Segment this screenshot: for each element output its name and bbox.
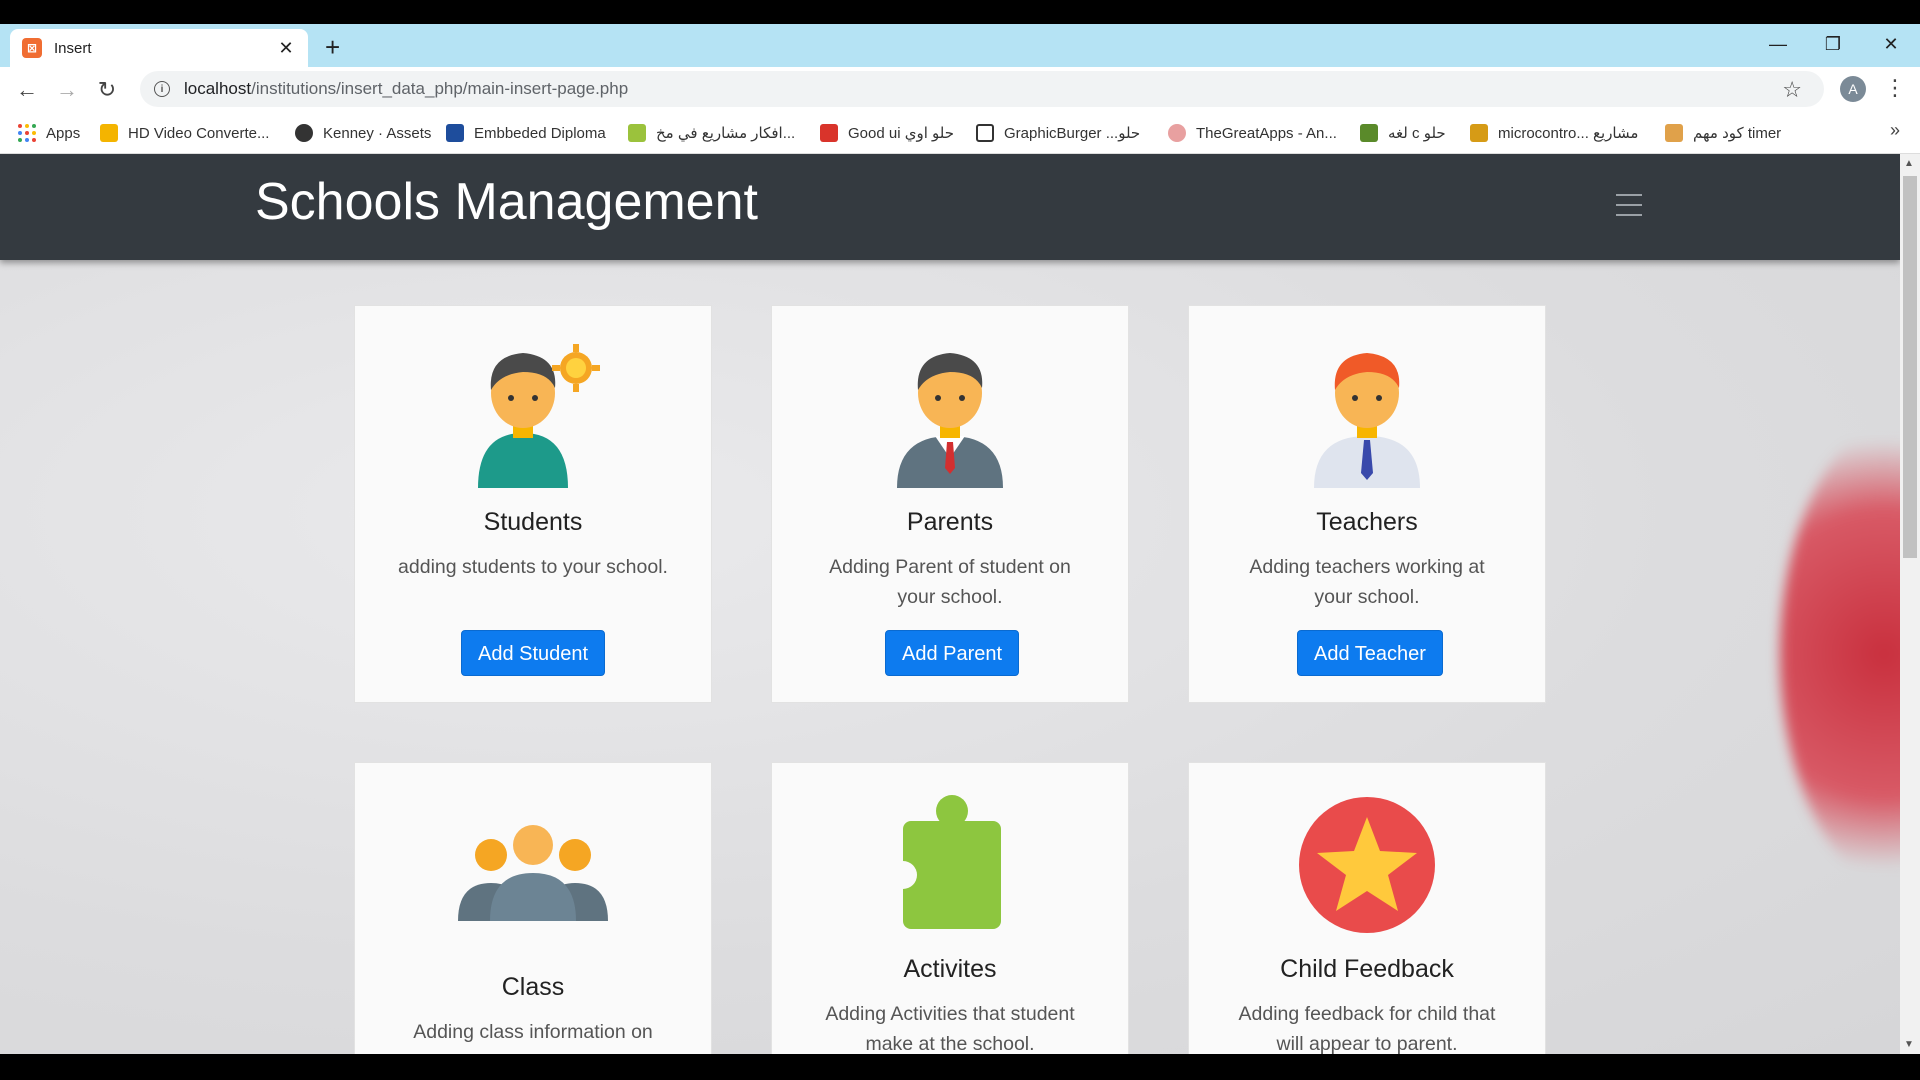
apps-icon xyxy=(18,124,36,142)
card-title: Child Feedback xyxy=(1280,955,1454,983)
bookmark-item[interactable]: HD Video Converte... xyxy=(100,122,269,144)
c-language-icon xyxy=(1360,124,1378,142)
bookmarks-bar: Apps HD Video Converte... Kenney · Asset… xyxy=(0,112,1920,154)
card-text: Adding teachers working at your school. xyxy=(1249,556,1485,608)
bookmark-item[interactable]: GraphicBurger ...حلو xyxy=(976,122,1140,144)
add-student-button[interactable]: Add Student xyxy=(461,630,606,676)
bookmark-item[interactable]: كود مهم timer xyxy=(1665,122,1781,144)
reload-icon[interactable]: ↻ xyxy=(92,75,122,105)
close-window-icon[interactable]: ✕ xyxy=(1871,30,1911,58)
bottom-letterbox xyxy=(0,1054,1920,1080)
navbar-brand[interactable]: Schools Management xyxy=(255,172,758,232)
scrollbar-thumb[interactable] xyxy=(1903,176,1917,558)
hamburger-menu-icon[interactable] xyxy=(1616,194,1642,216)
star-badge-icon xyxy=(1189,795,1545,935)
teachers-card: Teachers Adding teachers working at your… xyxy=(1188,305,1546,703)
add-parent-button[interactable]: Add Parent xyxy=(885,630,1020,676)
card-text: Adding Activities that student make at t… xyxy=(825,1003,1075,1054)
puzzle-piece-icon xyxy=(772,793,1128,933)
card-text: Adding class information on your school. xyxy=(413,1021,653,1054)
parent-icon xyxy=(772,338,1128,488)
xampp-favicon-icon: ⊠ xyxy=(22,38,42,58)
timer-icon xyxy=(1665,124,1683,142)
browser-menu-icon[interactable]: ⋮ xyxy=(1884,75,1906,101)
bookmark-star-icon[interactable]: ☆ xyxy=(1782,77,1802,103)
new-tab-icon[interactable]: + xyxy=(325,34,340,60)
card-text: adding students to your school. xyxy=(398,556,668,578)
microcontroller-icon xyxy=(1470,124,1488,142)
add-teacher-button[interactable]: Add Teacher xyxy=(1297,630,1443,676)
minimize-icon[interactable]: — xyxy=(1758,30,1798,58)
navbar: Schools Management xyxy=(0,154,1900,260)
restore-icon[interactable]: ❐ xyxy=(1813,30,1853,58)
feedback-card: Child Feedback Adding feedback for child… xyxy=(1188,762,1546,1054)
card-title: Class xyxy=(501,973,565,1001)
card-title: Teachers xyxy=(1316,508,1418,536)
student-icon xyxy=(355,338,711,488)
card-text: Adding Parent of student on your school. xyxy=(829,556,1071,608)
bookmark-item[interactable]: Good ui حلو اوي xyxy=(820,122,954,144)
url-text: localhost/institutions/insert_data_php/m… xyxy=(184,79,629,98)
browser-tab[interactable]: ⊠ Insert ✕ xyxy=(10,29,308,67)
parents-card: Parents Adding Parent of student on your… xyxy=(771,305,1129,703)
close-tab-icon[interactable]: ✕ xyxy=(276,38,296,59)
back-icon[interactable]: ← xyxy=(12,75,42,105)
video-converter-icon xyxy=(100,124,118,142)
card-title: Activites xyxy=(903,955,997,983)
graphicburger-icon xyxy=(976,124,994,142)
class-group-icon xyxy=(355,821,711,931)
info-icon[interactable]: i xyxy=(154,81,170,97)
page-scrollbar[interactable]: ▲ ▼ xyxy=(1900,154,1920,1054)
profile-avatar[interactable]: A xyxy=(1840,76,1866,102)
page-viewport: Schools Management Students adding stude… xyxy=(0,154,1900,1054)
forward-icon[interactable]: → xyxy=(52,75,82,105)
top-letterbox xyxy=(0,0,1920,24)
greatapps-icon xyxy=(1168,124,1186,142)
card-title: Parents xyxy=(906,508,994,536)
card-text: Adding feedback for child that will appe… xyxy=(1238,1003,1496,1054)
activities-card: Activites Adding Activities that student… xyxy=(771,762,1129,1054)
class-card: Class Adding class information on your s… xyxy=(354,762,712,1054)
students-card: Students adding students to your school.… xyxy=(354,305,712,703)
bookmark-item[interactable]: microcontro... مشاريع xyxy=(1470,122,1638,144)
bookmark-item[interactable]: Embbeded Diploma xyxy=(446,122,606,144)
tab-strip: ⊠ Insert ✕ + — ❐ ✕ xyxy=(0,24,1920,67)
address-bar[interactable]: i localhost/institutions/insert_data_php… xyxy=(140,71,1824,107)
scroll-up-icon[interactable]: ▲ xyxy=(1904,158,1914,169)
card-title: Students xyxy=(483,508,583,536)
teacher-icon xyxy=(1189,338,1545,488)
ideas-icon xyxy=(628,124,646,142)
more-bookmarks-icon[interactable]: » xyxy=(1890,120,1900,141)
browser-toolbar: ← → ↻ i localhost/institutions/insert_da… xyxy=(0,67,1920,112)
scroll-down-icon[interactable]: ▼ xyxy=(1904,1039,1914,1050)
bookmark-item[interactable]: TheGreatApps - An... xyxy=(1168,122,1337,144)
kenney-icon xyxy=(295,124,313,142)
embedded-diploma-icon xyxy=(446,124,464,142)
bookmark-apps[interactable]: Apps xyxy=(18,122,80,144)
bookmark-item[interactable]: Kenney · Assets xyxy=(295,122,431,144)
good-ui-icon xyxy=(820,124,838,142)
tab-title: Insert xyxy=(54,39,92,57)
bookmark-item[interactable]: افكار مشاريع في مخ... xyxy=(628,122,795,144)
decorative-blob xyxy=(1780,414,1900,894)
bookmark-item[interactable]: لغه c حلو xyxy=(1360,122,1446,144)
